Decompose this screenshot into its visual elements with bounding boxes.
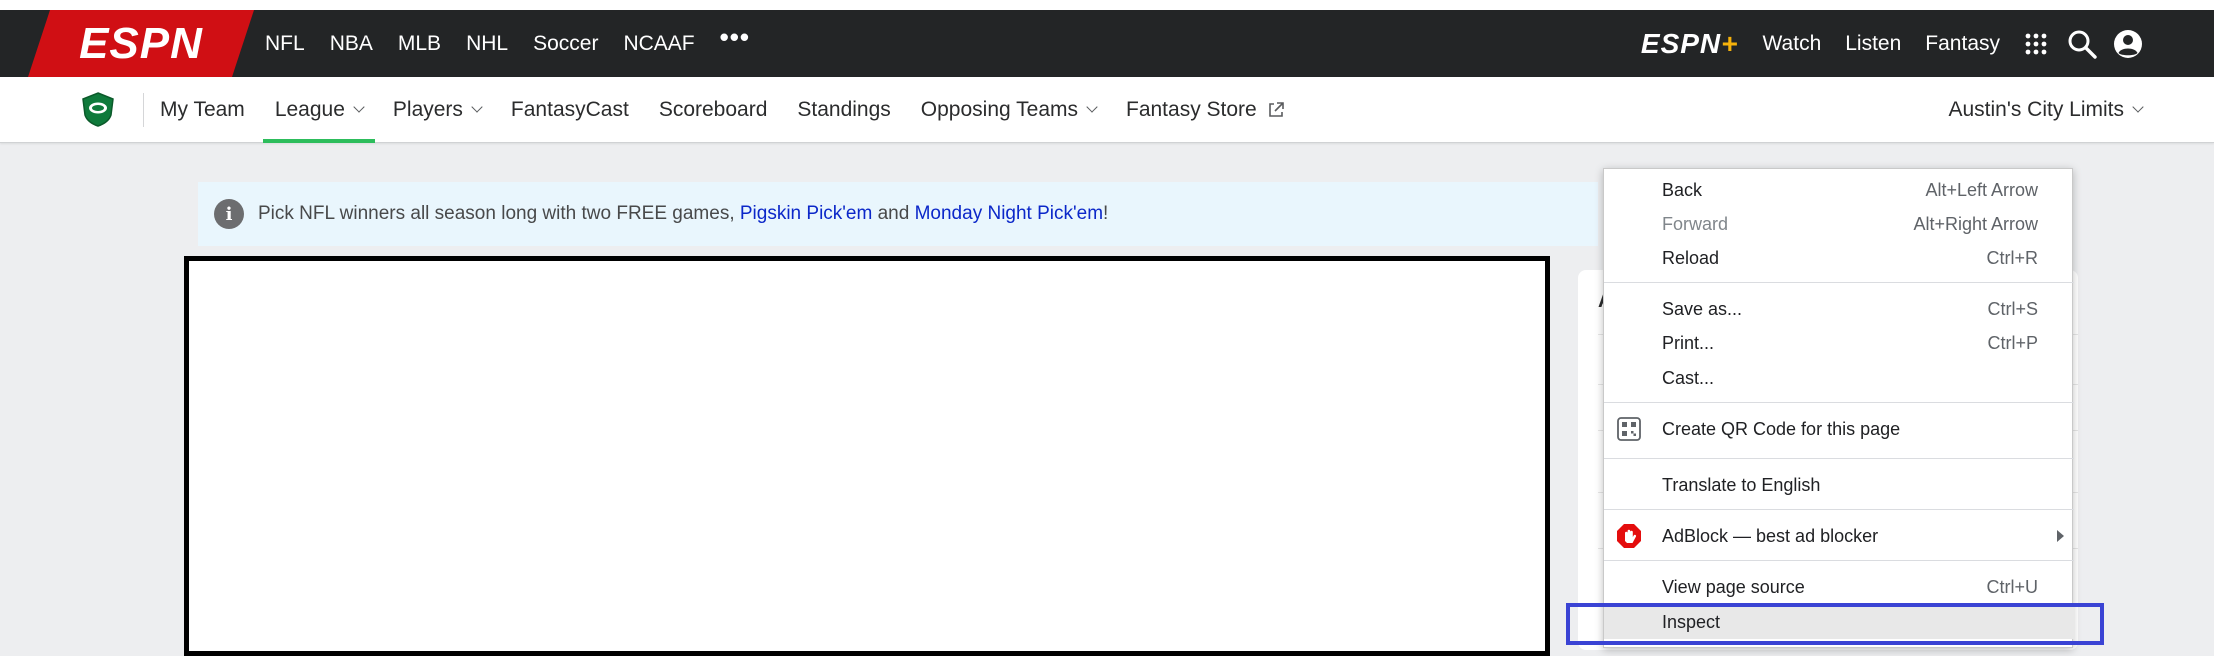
team-selector-label: Austin's City Limits <box>1948 98 2124 121</box>
adblock-icon <box>1616 523 1642 549</box>
ctx-create-qr-label: Create QR Code for this page <box>1662 418 1901 439</box>
ctx-forward-label: Forward <box>1662 213 1729 234</box>
ctx-view-source-shortcut: Ctrl+U <box>1986 576 2038 597</box>
subnav-my-team[interactable]: My Team <box>160 77 245 143</box>
subnav-scoreboard-label: Scoreboard <box>658 98 768 121</box>
subnav-opposing-teams-label: Opposing Teams <box>920 98 1078 121</box>
espn-logo-text: ESPN <box>79 18 203 68</box>
subnav-standings[interactable]: Standings <box>797 77 890 143</box>
sports-nav: NFL NBA MLB NHL Soccer NCAAF ••• <box>265 10 750 77</box>
qr-code-icon <box>1616 416 1642 442</box>
espn-plus-mark: + <box>1721 27 1739 59</box>
ctx-separator <box>1604 282 2074 283</box>
team-selector[interactable]: Austin's City Limits <box>1948 77 2144 143</box>
ctx-view-source-label: View page source <box>1662 576 1805 597</box>
browser-top-strip <box>0 0 2214 10</box>
nav-watch[interactable]: Watch <box>1763 32 1822 56</box>
ctx-print[interactable]: Print... Ctrl+P <box>1604 326 2074 360</box>
subnav-standings-label: Standings <box>797 98 891 121</box>
ctx-save-as[interactable]: Save as... Ctrl+S <box>1604 292 2074 326</box>
pigskin-pickem-link[interactable]: Pigskin Pick'em <box>740 203 872 224</box>
nav-soccer[interactable]: Soccer <box>533 32 598 56</box>
ctx-back-shortcut: Alt+Left Arrow <box>1925 179 2038 200</box>
browser-context-menu: Back Alt+Left Arrow Forward Alt+Right Ar… <box>1603 168 2074 648</box>
ctx-translate[interactable]: Translate to English <box>1604 468 2074 502</box>
apps-grid-icon[interactable] <box>2020 28 2052 60</box>
more-sports-icon[interactable]: ••• <box>720 22 750 53</box>
subnav-my-team-label: My Team <box>160 98 245 121</box>
nav-nfl[interactable]: NFL <box>265 32 305 56</box>
main-content-panel <box>184 256 1550 656</box>
search-icon[interactable] <box>2066 28 2098 60</box>
ctx-view-source[interactable]: View page source Ctrl+U <box>1604 570 2074 604</box>
nav-ncaaf[interactable]: NCAAF <box>623 32 694 56</box>
subnav-players-label: Players <box>392 98 463 121</box>
nav-listen[interactable]: Listen <box>1845 32 1901 56</box>
espn-plus-logo[interactable]: ESPN+ <box>1641 28 1739 60</box>
ctx-back[interactable]: Back Alt+Left Arrow <box>1604 173 2074 207</box>
nav-mlb[interactable]: MLB <box>398 32 441 56</box>
ctx-back-label: Back <box>1662 179 1703 200</box>
chevron-down-icon <box>353 101 365 113</box>
ctx-adblock-label: AdBlock — best ad blocker <box>1662 525 1879 546</box>
external-link-icon <box>1267 101 1285 119</box>
chevron-down-icon <box>1086 101 1098 113</box>
subnav-items: My Team League Players FantasyCast Score… <box>160 77 1315 143</box>
pickem-notice-banner: i Pick NFL winners all season long with … <box>198 182 1598 246</box>
ctx-save-as-label: Save as... <box>1662 298 1743 319</box>
subnav-league-label: League <box>274 98 345 121</box>
profile-icon[interactable] <box>2112 28 2144 60</box>
nav-fantasy[interactable]: Fantasy <box>1925 32 2000 56</box>
notice-text-after: ! <box>1103 203 1109 224</box>
ctx-separator <box>1604 509 2074 510</box>
ctx-separator <box>1604 560 2074 561</box>
ctx-reload-shortcut: Ctrl+R <box>1986 247 2038 268</box>
ctx-separator <box>1604 402 2074 403</box>
ctx-translate-label: Translate to English <box>1662 474 1821 495</box>
monday-night-pickem-link[interactable]: Monday Night Pick'em <box>915 203 1103 224</box>
fantasy-football-logo-icon[interactable] <box>80 91 116 127</box>
subnav-opposing-teams[interactable]: Opposing Teams <box>920 77 1098 143</box>
ctx-inspect[interactable]: Inspect <box>1604 605 2074 639</box>
subnav-league[interactable]: League <box>262 77 375 143</box>
top-nav-right: ESPN+ Watch Listen Fantasy <box>1641 10 2144 77</box>
submenu-arrow-icon <box>2057 530 2064 542</box>
subnav-fantasy-store[interactable]: Fantasy Store <box>1126 77 1285 143</box>
ctx-inspect-label: Inspect <box>1662 611 1721 632</box>
ctx-separator <box>1604 458 2074 459</box>
subnav-fantasycast[interactable]: FantasyCast <box>511 77 629 143</box>
ctx-cast[interactable]: Cast... <box>1604 361 2074 395</box>
ctx-save-as-shortcut: Ctrl+S <box>1987 298 2038 319</box>
subnav-scoreboard[interactable]: Scoreboard <box>659 77 768 143</box>
chevron-down-icon <box>2132 101 2144 113</box>
ctx-forward[interactable]: Forward Alt+Right Arrow <box>1604 207 2074 241</box>
ctx-create-qr[interactable]: Create QR Code for this page <box>1604 412 2074 446</box>
nav-nhl[interactable]: NHL <box>466 32 508 56</box>
ctx-print-label: Print... <box>1662 332 1715 353</box>
info-icon: i <box>214 199 244 229</box>
notice-text: Pick NFL winners all season long with tw… <box>258 203 1108 225</box>
espn-top-nav: ESPN NFL NBA MLB NHL Soccer NCAAF ••• ES… <box>0 10 2214 77</box>
ctx-reload-label: Reload <box>1662 247 1720 268</box>
notice-text-before: Pick NFL winners all season long with tw… <box>258 203 740 224</box>
ctx-print-shortcut: Ctrl+P <box>1987 332 2038 353</box>
chevron-down-icon <box>471 101 483 113</box>
ctx-adblock[interactable]: AdBlock — best ad blocker <box>1604 519 2074 553</box>
subnav-fantasy-store-label: Fantasy Store <box>1126 98 1257 121</box>
subnav-players[interactable]: Players <box>392 77 483 143</box>
subnav-fantasycast-label: FantasyCast <box>510 98 629 121</box>
ctx-cast-label: Cast... <box>1662 367 1715 388</box>
ctx-forward-shortcut: Alt+Right Arrow <box>1913 213 2038 234</box>
ctx-reload[interactable]: Reload Ctrl+R <box>1604 241 2074 275</box>
nav-nba[interactable]: NBA <box>330 32 373 56</box>
espn-plus-wordmark: ESPN <box>1640 27 1722 59</box>
subnav-divider <box>143 93 144 127</box>
fantasy-subnav: My Team League Players FantasyCast Score… <box>0 77 2214 143</box>
notice-text-middle: and <box>872 203 915 224</box>
espn-logo[interactable]: ESPN <box>28 10 254 77</box>
